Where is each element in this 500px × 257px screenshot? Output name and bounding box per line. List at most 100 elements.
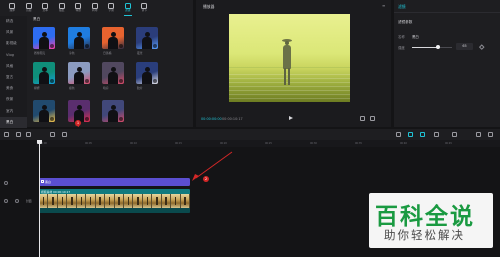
category-item[interactable]: 美食 xyxy=(0,83,27,94)
toolbar-tab-label: 贴纸 xyxy=(59,9,65,13)
woman-silhouette xyxy=(281,39,293,85)
strength-input[interactable]: 65 xyxy=(456,43,473,50)
video-clip[interactable]: 视频素材 00:00:10:17 xyxy=(39,189,190,213)
preview-axis-icon[interactable] xyxy=(434,132,439,137)
snap-icon[interactable] xyxy=(420,132,425,137)
total-time: 00:00:10:17 xyxy=(222,117,243,121)
toolbar-tab-label: 文本 xyxy=(42,9,48,13)
strength-slider-fill xyxy=(412,47,438,48)
download-icon[interactable] xyxy=(153,44,157,48)
toolbar-tab-5[interactable]: 转场 xyxy=(87,0,104,16)
person-silhouette xyxy=(39,67,49,84)
filter-thumbnail[interactable] xyxy=(102,100,124,122)
toolbar-tab-3[interactable]: 贴纸 xyxy=(54,0,71,16)
filter-thumbnail[interactable] xyxy=(33,62,55,84)
filter-thumbnail-label: 冷色 xyxy=(69,51,75,55)
download-icon[interactable] xyxy=(153,79,157,83)
redo-icon[interactable] xyxy=(26,132,31,137)
cover-label[interactable]: 封面 xyxy=(26,199,32,203)
playhead[interactable] xyxy=(39,140,40,257)
toolbar-tab-1[interactable]: 音频 xyxy=(21,0,38,16)
toolbar-tab-2[interactable]: 文本 xyxy=(37,0,54,16)
toolbar-tab-label: 音频 xyxy=(26,9,32,13)
download-icon[interactable] xyxy=(50,117,54,121)
filter-thumbnail[interactable] xyxy=(136,27,158,49)
category-item[interactable]: 影视级 xyxy=(0,38,27,49)
category-item[interactable]: 复古 xyxy=(0,72,27,83)
link-icon[interactable] xyxy=(408,132,413,137)
video-frame xyxy=(152,194,162,208)
download-icon[interactable] xyxy=(119,79,123,83)
mic-icon[interactable] xyxy=(396,132,401,137)
category-item[interactable]: 黑白 xyxy=(0,116,27,128)
timeline-toolbar xyxy=(0,129,500,140)
download-icon[interactable] xyxy=(85,79,89,83)
ruler-tick-label: 00:45 xyxy=(445,142,452,145)
person-silhouette xyxy=(39,32,49,49)
filter-thumbnail[interactable] xyxy=(68,27,90,49)
strength-slider-handle[interactable] xyxy=(436,45,440,49)
select-tool-icon[interactable] xyxy=(4,132,9,137)
category-item[interactable]: 夜景 xyxy=(0,94,27,105)
category-item[interactable]: 室内 xyxy=(0,106,27,117)
current-time: 00:00:00:00 xyxy=(201,117,222,121)
filter-clip-icon xyxy=(40,180,44,183)
filter-thumbnail[interactable] xyxy=(136,62,158,84)
category-item[interactable]: 风格 xyxy=(0,61,27,72)
download-icon[interactable] xyxy=(50,44,54,48)
download-icon[interactable] xyxy=(50,79,54,83)
delete-icon[interactable] xyxy=(62,132,67,137)
filter-thumbnail[interactable] xyxy=(102,27,124,49)
category-item[interactable]: 精选 xyxy=(0,16,27,27)
filter-name-label: 名称 xyxy=(398,35,405,39)
download-icon[interactable] xyxy=(85,44,89,48)
ruler-tick-label: 00:35 xyxy=(355,142,362,145)
filter-thumbnail[interactable] xyxy=(102,62,124,84)
tab-filter[interactable]: 滤镜 xyxy=(398,4,406,10)
toolbar-tab-7[interactable]: 滤镜 xyxy=(120,0,137,16)
ratio-icon[interactable] xyxy=(360,116,365,121)
track-audio-icon[interactable] xyxy=(15,199,19,203)
toolbar-tab-8[interactable]: 调节 xyxy=(136,0,153,16)
annotation-badge-2: 2 xyxy=(203,176,209,182)
tab-divider xyxy=(394,12,500,13)
category-item[interactable]: Vlog xyxy=(0,50,27,61)
filter-thumbnail-label: 绿妍 xyxy=(34,86,40,90)
video-preview[interactable] xyxy=(229,14,350,102)
download-icon[interactable] xyxy=(119,44,123,48)
annotation-arrow-2 xyxy=(192,151,233,181)
person-silhouette xyxy=(108,67,118,84)
filter-thumbnail[interactable] xyxy=(68,62,90,84)
split-icon[interactable] xyxy=(50,132,55,137)
track-visibility-icon[interactable] xyxy=(4,181,8,185)
download-icon[interactable] xyxy=(85,117,89,121)
player-menu-icon[interactable]: ≡ xyxy=(382,3,385,8)
filter-thumbnail[interactable] xyxy=(33,100,55,122)
download-icon[interactable] xyxy=(119,117,123,121)
ruler-tick-label: 00:15 xyxy=(175,142,182,145)
filter-clip[interactable]: 黑白 xyxy=(39,178,190,186)
category-item[interactable]: 风景 xyxy=(0,27,27,38)
track-lock-icon[interactable] xyxy=(4,199,8,203)
video-frame xyxy=(67,194,77,208)
toolbar-tab-label: 字幕 xyxy=(108,9,114,13)
video-frame xyxy=(105,194,115,208)
filter-thumbnail-label: 暗房 xyxy=(103,86,109,90)
filter-thumbnail[interactable] xyxy=(33,27,55,49)
undo-icon[interactable] xyxy=(16,132,21,137)
toolbar-tab-6[interactable]: 字幕 xyxy=(103,0,120,16)
toolbar-tab-0[interactable]: 媒体 xyxy=(4,0,21,16)
ruler-tick-label: 00:10 xyxy=(130,142,137,145)
video-frame xyxy=(57,194,68,208)
fit-icon[interactable] xyxy=(488,132,493,137)
toolbar-tab-4[interactable]: 特效 xyxy=(70,0,87,16)
playhead-handle[interactable] xyxy=(37,140,42,144)
video-frame xyxy=(39,194,49,208)
zoom-in-icon[interactable] xyxy=(476,132,481,137)
filter-thumbnail[interactable] xyxy=(68,100,90,122)
fullscreen-icon[interactable] xyxy=(370,116,375,121)
video-frame xyxy=(48,194,58,208)
toolbar-tab-label: 媒体 xyxy=(9,9,15,13)
play-button[interactable] xyxy=(289,116,293,120)
zoom-out-icon[interactable] xyxy=(452,132,457,137)
